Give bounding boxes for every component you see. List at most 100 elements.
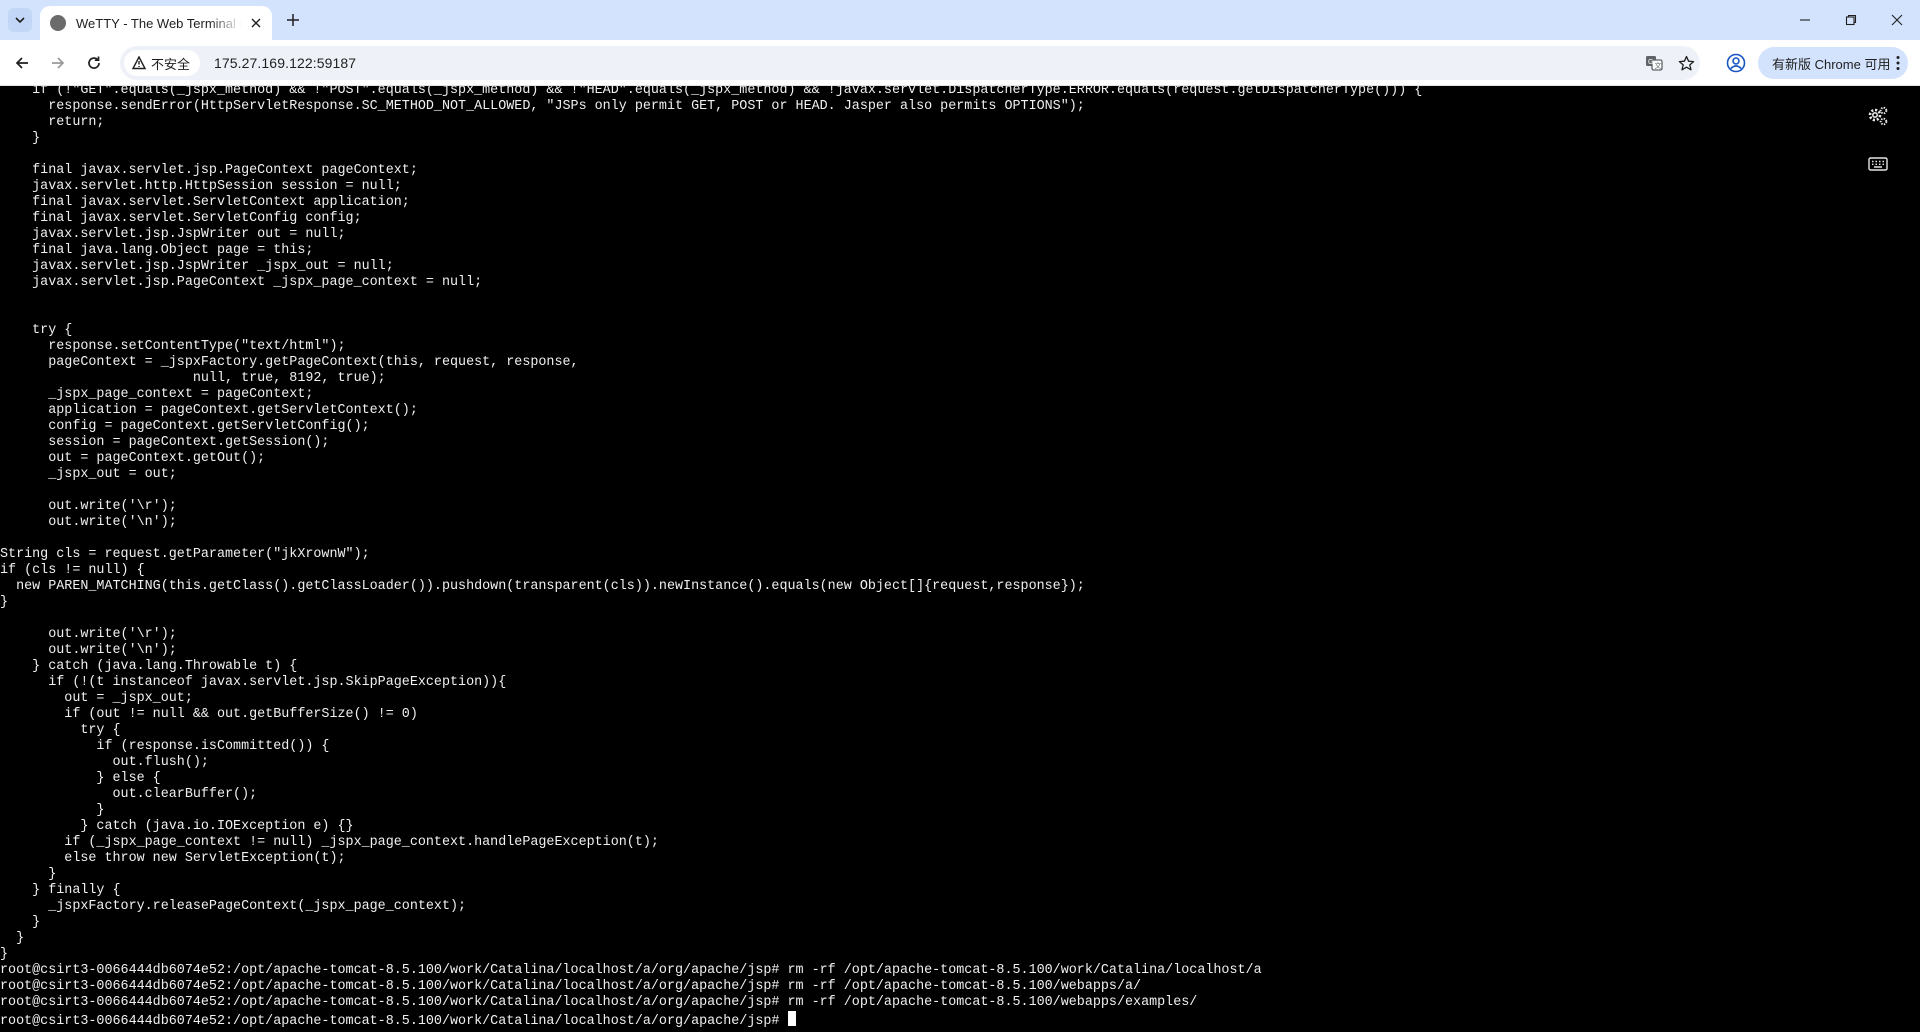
back-button[interactable] <box>6 47 38 79</box>
terminal-line: else throw new ServletException(t); <box>0 851 346 866</box>
terminal-line: } <box>0 131 41 146</box>
terminal-line: javax.servlet.jsp.JspWriter _jspx_out = … <box>0 259 394 274</box>
terminal-line: session = pageContext.getSession(); <box>0 435 330 450</box>
svg-text:文: 文 <box>1655 61 1662 70</box>
terminal-cursor <box>787 1011 796 1026</box>
terminal-line: javax.servlet.http.HttpSession session =… <box>0 179 402 194</box>
close-tab-button[interactable] <box>248 15 264 31</box>
minimize-icon <box>1800 19 1810 21</box>
gears-icon <box>1868 106 1888 126</box>
terminal-line: String cls = request.getParameter("jkXro… <box>0 547 370 562</box>
restore-button[interactable] <box>1828 0 1874 40</box>
terminal-line: } <box>0 803 105 818</box>
terminal-line: } <box>0 915 41 930</box>
terminal-line: } <box>0 595 9 610</box>
terminal-line: final javax.servlet.jsp.PageContext page… <box>0 163 418 178</box>
globe-icon <box>50 15 66 31</box>
terminal-line: out.write('\n'); <box>0 515 177 530</box>
terminal-line: final java.lang.Object page = this; <box>0 243 314 258</box>
star-icon <box>1678 55 1694 70</box>
profile-button[interactable] <box>1720 47 1752 79</box>
restore-icon <box>1845 14 1857 26</box>
tab-search-button[interactable] <box>8 8 32 32</box>
arrow-left-icon <box>15 57 28 69</box>
terminal-line: } finally { <box>0 883 121 898</box>
terminal-line: _jspxFactory.releasePageContext(_jspx_pa… <box>0 899 467 914</box>
address-bar[interactable]: 不安全 175.27.169.122:59187 G文 <box>120 46 1700 80</box>
terminal-line: out = pageContext.getOut(); <box>0 451 266 466</box>
terminal-line: if (!(t instanceof javax.servlet.jsp.Ski… <box>0 675 507 690</box>
settings-button[interactable] <box>1866 104 1890 128</box>
terminal-line: root@csirt3-0066444db6074e52:/opt/apache… <box>0 995 1198 1010</box>
terminal-line: javax.servlet.jsp.JspWriter out = null; <box>0 227 346 242</box>
terminal-line: if (out != null && out.getBufferSize() !… <box>0 707 418 722</box>
forward-button[interactable] <box>42 47 74 79</box>
terminal-line: null, true, 8192, true); <box>0 371 386 386</box>
close-window-button[interactable] <box>1874 0 1920 40</box>
browser-tab[interactable]: WeTTY - The Web Terminal E <box>40 6 272 40</box>
reload-button[interactable] <box>78 47 110 79</box>
more-vert-icon <box>1896 56 1900 70</box>
plus-icon <box>287 14 299 26</box>
terminal-line: if (_jspx_page_context != null) _jspx_pa… <box>0 835 659 850</box>
terminal-line: javax.servlet.jsp.PageContext _jspx_page… <box>0 275 483 290</box>
terminal-line: if (cls != null) { <box>0 563 145 578</box>
terminal-line: pageContext = _jspxFactory.getPageContex… <box>0 355 579 370</box>
terminal-line: out.clearBuffer(); <box>0 787 258 802</box>
reload-icon <box>88 56 100 69</box>
terminal-prompt: root@csirt3-0066444db6074e52:/opt/apache… <box>0 1014 788 1029</box>
terminal-prompt-line: root@csirt3-0066444db6074e52:/opt/apache… <box>0 1011 1422 1029</box>
close-icon <box>1891 14 1903 26</box>
bookmark-button[interactable] <box>1676 53 1696 73</box>
terminal-line: return; <box>0 115 105 130</box>
terminal-screen[interactable]: if (!"GET".equals(_jspx_method) && !"POS… <box>0 86 1920 1032</box>
terminal-line: } catch (java.lang.Throwable t) { <box>0 659 298 674</box>
security-chip[interactable]: 不安全 <box>124 50 201 76</box>
new-tab-button[interactable] <box>282 9 304 31</box>
warning-icon <box>132 56 146 70</box>
terminal-line: response.sendError(HttpServletResponse.S… <box>0 99 1085 114</box>
terminal-line: } <box>0 931 25 946</box>
terminal-line: } catch (java.io.IOException e) {} <box>0 819 354 834</box>
svg-text:G: G <box>1648 59 1653 66</box>
security-label: 不安全 <box>151 56 191 72</box>
terminal-line: if (response.isCommitted()) { <box>0 739 330 754</box>
url-text[interactable]: 175.27.169.122:59187 <box>214 55 356 71</box>
terminal-line: out.write('\n'); <box>0 643 177 658</box>
arrow-right-icon <box>52 57 65 69</box>
chrome-update-button[interactable]: 有新版 Chrome 可用 <box>1758 47 1908 79</box>
terminal-line: } <box>0 867 57 882</box>
keyboard-button[interactable] <box>1866 152 1890 176</box>
terminal-line: _jspx_out = out; <box>0 467 177 482</box>
minimize-button[interactable] <box>1782 0 1828 40</box>
terminal-line: final javax.servlet.ServletConfig config… <box>0 211 362 226</box>
tab-strip: WeTTY - The Web Terminal E <box>0 0 1920 40</box>
terminal-line: final javax.servlet.ServletContext appli… <box>0 195 410 210</box>
browser-toolbar: 不安全 175.27.169.122:59187 G文 有新版 Chrome 可… <box>0 40 1920 86</box>
terminal-line: try { <box>0 323 73 338</box>
close-icon <box>251 18 261 28</box>
avatar-icon <box>1726 53 1746 73</box>
keyboard-icon <box>1868 157 1888 171</box>
terminal-line: application = pageContext.getServletCont… <box>0 403 418 418</box>
chevron-down-icon <box>15 17 25 24</box>
translate-button[interactable]: G文 <box>1644 53 1664 73</box>
terminal-output: if (!"GET".equals(_jspx_method) && !"POS… <box>0 86 1423 1029</box>
terminal-line: root@csirt3-0066444db6074e52:/opt/apache… <box>0 979 1142 994</box>
terminal-line: _jspx_page_context = pageContext; <box>0 387 314 402</box>
terminal-line: out = _jspx_out; <box>0 691 193 706</box>
terminal-line: } <box>0 947 9 962</box>
terminal-line: root@csirt3-0066444db6074e52:/opt/apache… <box>0 963 1262 978</box>
translate-icon: G文 <box>1646 56 1663 71</box>
terminal-line: config = pageContext.getServletConfig(); <box>0 419 370 434</box>
terminal-line: } else { <box>0 771 161 786</box>
terminal-line: try { <box>0 723 121 738</box>
terminal-line: if (!"GET".equals(_jspx_method) && !"POS… <box>0 86 1423 98</box>
terminal-line: new PAREN_MATCHING(this.getClass().getCl… <box>0 579 1085 594</box>
terminal-line: out.write('\r'); <box>0 499 177 514</box>
